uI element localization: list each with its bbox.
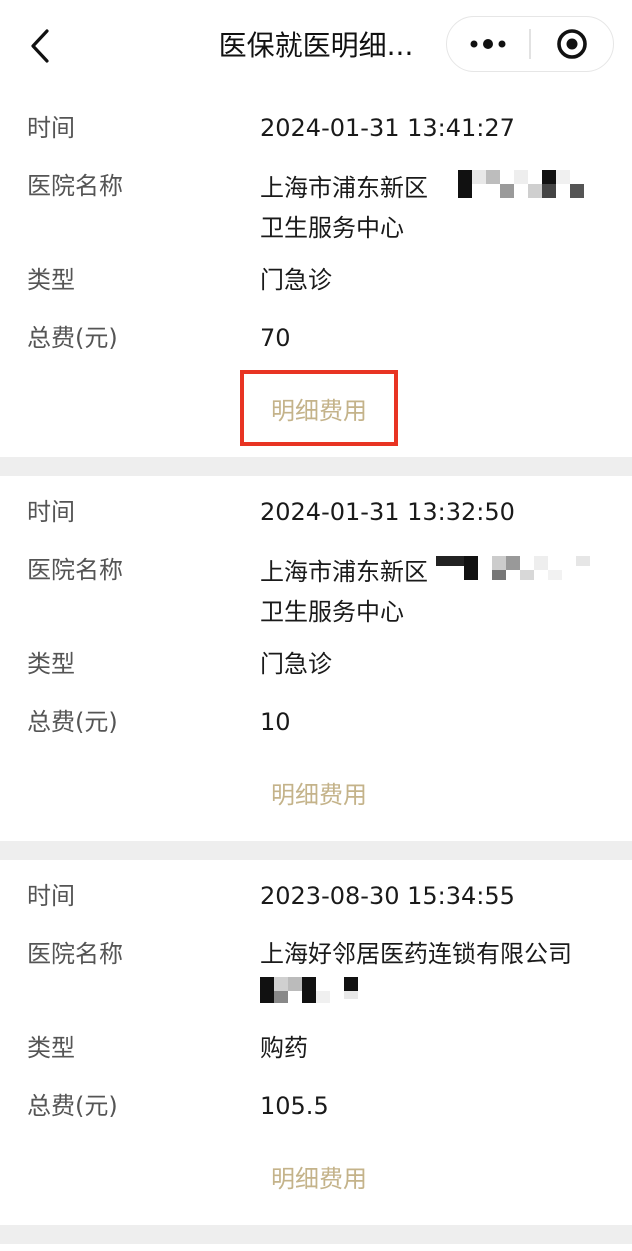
page-title: 医保就医明细... (218, 29, 414, 62)
total-label: 总费(元) (27, 324, 118, 352)
type-value: 门急诊 (260, 650, 332, 678)
hospital-name-line1: 上海市浦东新区 (260, 174, 428, 202)
hospital-label: 医院名称 (27, 940, 123, 968)
type-value: 购药 (260, 1034, 308, 1062)
total-value: 10 (260, 708, 291, 736)
close-button[interactable] (531, 17, 613, 71)
type-value: 门急诊 (260, 266, 332, 294)
hospital-name-line1: 上海市浦东新区 (260, 558, 428, 586)
mini-program-capsule (446, 16, 614, 72)
hospital-value: 上海市浦东新区 卫生服务中心 (260, 168, 610, 246)
record-card: 时间 2023-08-30 15:34:55 医院名称 上海好邻居医药连锁有限公… (0, 860, 632, 1225)
total-label: 总费(元) (27, 1092, 118, 1120)
detail-fee-button[interactable]: 明细费用 (240, 754, 398, 830)
more-dots-icon (470, 39, 506, 49)
hospital-name-line2: 卫生服务中心 (260, 214, 404, 242)
time-label: 时间 (27, 114, 75, 142)
divider (0, 1225, 632, 1244)
hospital-value: 上海市浦东新区 卫生服务中心 (260, 552, 610, 630)
hospital-value: 上海好邻居医药连锁有限公司 (260, 936, 620, 1008)
time-label: 时间 (27, 498, 75, 526)
total-label: 总费(元) (27, 708, 118, 736)
target-circle-icon (557, 29, 587, 59)
nav-bar: 医保就医明细... (0, 0, 632, 92)
time-value: 2024-01-31 13:41:27 (260, 114, 515, 142)
redacted-mosaic (457, 168, 588, 210)
record-card: 时间 2024-01-31 13:41:27 医院名称 上海市浦东新区 卫生服务… (0, 92, 632, 457)
back-button[interactable] (22, 24, 58, 68)
hospital-name-line1: 上海好邻居医药连锁有限公司 (260, 940, 572, 968)
detail-fee-button[interactable]: 明细费用 (240, 1138, 398, 1214)
redacted-mosaic (435, 552, 594, 594)
divider (0, 457, 632, 476)
time-label: 时间 (27, 882, 75, 910)
record-card: 时间 2024-01-31 13:32:50 医院名称 上海市浦东新区 卫生服务… (0, 476, 632, 841)
hospital-label: 医院名称 (27, 556, 123, 584)
hospital-label: 医院名称 (27, 172, 123, 200)
time-value: 2024-01-31 13:32:50 (260, 498, 515, 526)
redacted-mosaic (260, 972, 620, 1008)
divider (0, 841, 632, 860)
hospital-name-line2: 卫生服务中心 (260, 598, 404, 626)
type-label: 类型 (27, 650, 75, 678)
type-label: 类型 (27, 266, 75, 294)
chevron-left-icon (31, 29, 49, 63)
total-value: 70 (260, 324, 291, 352)
type-label: 类型 (27, 1034, 75, 1062)
total-value: 105.5 (260, 1092, 329, 1120)
time-value: 2023-08-30 15:34:55 (260, 882, 515, 910)
detail-fee-button[interactable]: 明细费用 (240, 370, 398, 446)
more-button[interactable] (447, 17, 529, 71)
